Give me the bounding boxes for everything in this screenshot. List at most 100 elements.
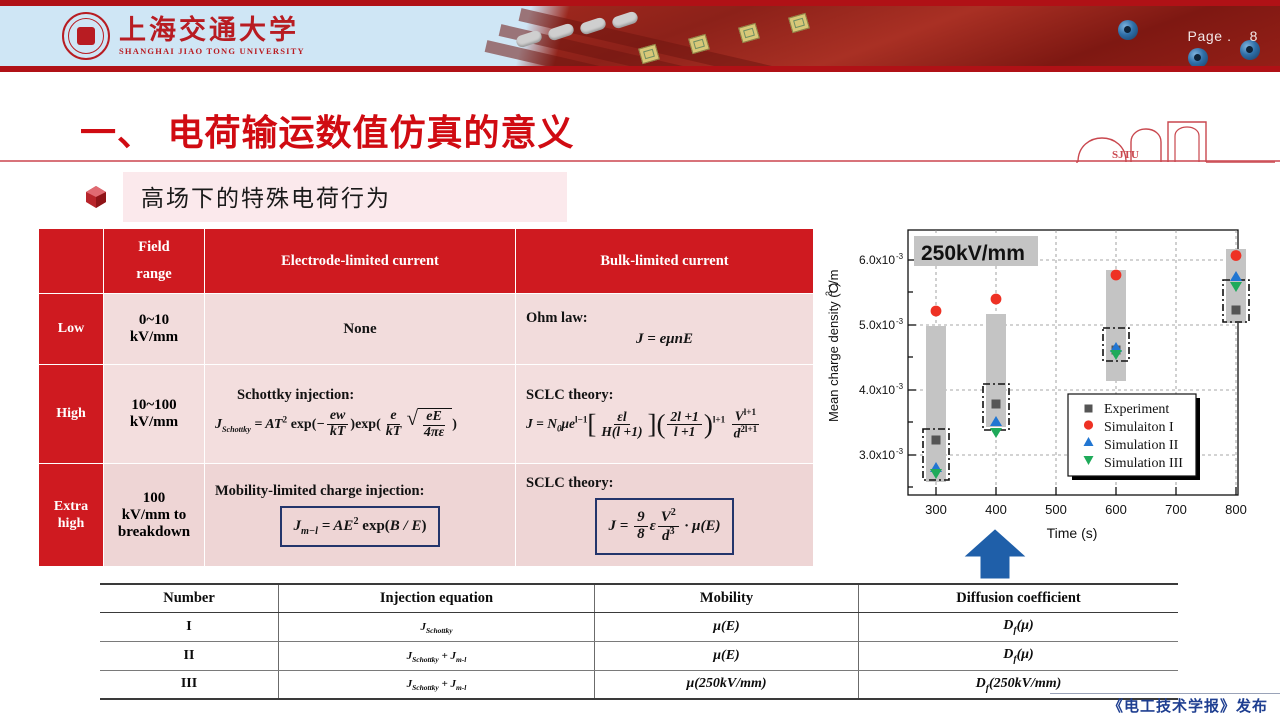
footer-divider [1050, 693, 1280, 694]
table-row: III JSchottky + Jm-l μ(250kV/mm) Df(250k… [100, 670, 1178, 701]
legend-label-experiment: Experiment [1104, 402, 1169, 417]
header-field-range: Field range [103, 228, 205, 294]
cases-number-3: III [100, 670, 279, 701]
chart-ytick-4-exp: -3 [896, 382, 904, 391]
page-indicator: Page . 8 [1188, 28, 1258, 44]
range-high-line2: kV/mm [129, 414, 179, 430]
chart-xtick-700: 700 [1165, 502, 1187, 517]
range-low-line1: 0~10 [138, 312, 170, 328]
chart-xtick-300: 300 [925, 502, 947, 517]
legend-label-simulation-3: Simulation III [1104, 456, 1183, 471]
field-regime-table: Field range Electrode-limited current Bu… [38, 228, 814, 567]
header-field-line2: range [136, 266, 172, 282]
chart-ytick-4: 4.0x10 [859, 383, 895, 397]
cases-header-row: Number Injection equation Mobility Diffu… [100, 583, 1178, 613]
row-label-high: High [38, 364, 104, 464]
cases-diffusion-1: Df(μ) [858, 612, 1178, 642]
slide-canvas: 上海交通大学 SHANGHAI JIAO TONG UNIVERSITY Pag… [0, 0, 1280, 720]
header-field-line1: Field [138, 239, 170, 255]
header-bottom-band [0, 66, 1280, 72]
formula-ohm-law: J = eμnE [636, 331, 693, 347]
page-label: Page . [1187, 28, 1232, 44]
caption-sclc-high: SCLC theory: [526, 387, 614, 404]
university-seal-icon [62, 12, 110, 60]
section-subtitle-row: 高场下的特殊电荷行为 [85, 172, 567, 222]
formula-sclc-high: J = N0μel−1[εl H(l +1)](2l +1 l +1)l+1 Vl+… [526, 407, 760, 441]
cases-mobility-1: μ(E) [594, 612, 859, 642]
cases-header-injection: Injection equation [278, 583, 595, 613]
table-row-high: High 10~100 kV/mm Schottky injection: JS… [38, 364, 814, 464]
range-low-line2: kV/mm [129, 329, 179, 345]
table-row: II JSchottky + Jm-l μ(E) Df(μ) [100, 641, 1178, 671]
chart-y-axis-unit: ) [826, 283, 841, 287]
legend-label-simulation-2: Simulation II [1104, 438, 1179, 453]
page-number: 8 [1249, 28, 1258, 44]
cases-diffusion-2: Df(μ) [858, 641, 1178, 671]
caption-sclc-xh: SCLC theory: [526, 475, 614, 492]
gem-bullet-icon [86, 186, 106, 208]
cases-mobility-3: μ(250kV/mm) [594, 670, 859, 701]
chart-x-axis-label: Time (s) [1047, 525, 1098, 541]
slide-header: 上海交通大学 SHANGHAI JIAO TONG UNIVERSITY Pag… [0, 0, 1280, 72]
page-title: 一、 电荷输运数值仿真的意义 [80, 113, 575, 154]
cell-high-bulk: SCLC theory: J = N0μel−1[εl H(l +1)](2l +… [515, 364, 814, 464]
chart-xtick-500: 500 [1045, 502, 1067, 517]
chart-ytick-3-exp: -3 [896, 447, 904, 456]
row-range-high: 10~100 kV/mm [103, 364, 205, 464]
row-range-low: 0~10 kV/mm [103, 293, 205, 365]
table-row-extra-high: Extra high 100 kV/mm to breakdown Mobili… [38, 463, 814, 567]
campus-gate-outline-icon: SJTU [1076, 121, 1275, 163]
chart-xtick-800: 800 [1225, 502, 1247, 517]
table-row-low: Low 0~10 kV/mm None Ohm law: J = eμnE [38, 293, 814, 365]
caption-ohm-law: Ohm law: [526, 310, 588, 326]
chart-ytick-3: 3.0x10 [859, 448, 895, 462]
section-subtitle: 高场下的特殊电荷行为 [123, 172, 567, 222]
cell-low-electrode: None [204, 293, 516, 365]
chart-xtick-400: 400 [985, 502, 1007, 517]
cases-header-diffusion: Diffusion coefficient [858, 583, 1178, 613]
chart-annotation-label: 250kV/mm [921, 242, 1025, 265]
legend-marker-experiment [1084, 404, 1093, 413]
footer-watermark: 《电工技术学报》发布 [1107, 697, 1268, 715]
formula-box-sclc-xh: J = 9 8 ε V2 d3 · μ(E) [594, 498, 735, 555]
range-xh-line2: kV/mm to [121, 506, 187, 523]
row-range-extra-high: 100 kV/mm to breakdown [103, 463, 205, 567]
charge-density-chart: Mean charge density (C/m ) 3 6.0x10 -3 5… [822, 222, 1274, 548]
row-label-extra-high: Extra high [38, 463, 104, 567]
cases-mobility-2: μ(E) [594, 641, 859, 671]
logo-chinese-name: 上海交通大学 [119, 14, 299, 46]
extra-high-line2: high [57, 516, 85, 531]
legend-label-simulation-1: Simulaiton I [1104, 420, 1174, 435]
cell-low-bulk: Ohm law: J = eμnE [515, 293, 814, 365]
simulation-cases-table: Number Injection equation Mobility Diffu… [100, 583, 1178, 701]
cell-xh-electrode: Mobility-limited charge injection: Jm−l … [204, 463, 516, 567]
cases-injection-3: JSchottky + Jm-l [278, 670, 595, 701]
range-xh-line1: 100 [142, 489, 166, 506]
row-label-low: Low [38, 293, 104, 365]
cases-number-2: II [100, 641, 279, 671]
cases-header-mobility: Mobility [594, 583, 859, 613]
legend-marker-simulation-1 [1083, 420, 1094, 430]
chart-ytick-5: 5.0x10 [859, 318, 895, 332]
chart-y-axis-exponent: 3 [824, 291, 834, 296]
range-high-line1: 10~100 [131, 397, 177, 413]
table-row: I JSchottky μ(E) Df(μ) [100, 612, 1178, 642]
range-xh-line3: breakdown [117, 523, 191, 540]
logo-english-name: SHANGHAI JIAO TONG UNIVERSITY [119, 45, 305, 56]
emphasis-arrow-icon [964, 529, 1026, 579]
chart-ytick-6-exp: -3 [896, 252, 904, 261]
cases-injection-1: JSchottky [278, 612, 595, 642]
cases-header-number: Number [100, 583, 279, 613]
formula-schottky: JSchottky = AT2 exp(− ew kT)exp(e kT √ eE 4πε) [215, 406, 457, 440]
header-blank-cell [38, 228, 104, 294]
university-logo: 上海交通大学 SHANGHAI JIAO TONG UNIVERSITY [62, 12, 305, 60]
header-bulk-limited: Bulk-limited current [515, 228, 814, 294]
cell-high-electrode: Schottky injection: JSchottky = AT2 exp(… [204, 364, 516, 464]
table-header-row: Field range Electrode-limited current Bu… [38, 228, 814, 294]
formula-box-mobility-limited: Jm−l = AE2 exp(B / E) [279, 506, 441, 547]
cases-injection-2: JSchottky + Jm-l [278, 641, 595, 671]
chart-ytick-6: 6.0x10 [859, 253, 895, 267]
chart-ytick-5-exp: -3 [896, 317, 904, 326]
arch-sjtu-text: SJTU [1112, 149, 1139, 161]
extra-high-line1: Extra [53, 498, 89, 514]
